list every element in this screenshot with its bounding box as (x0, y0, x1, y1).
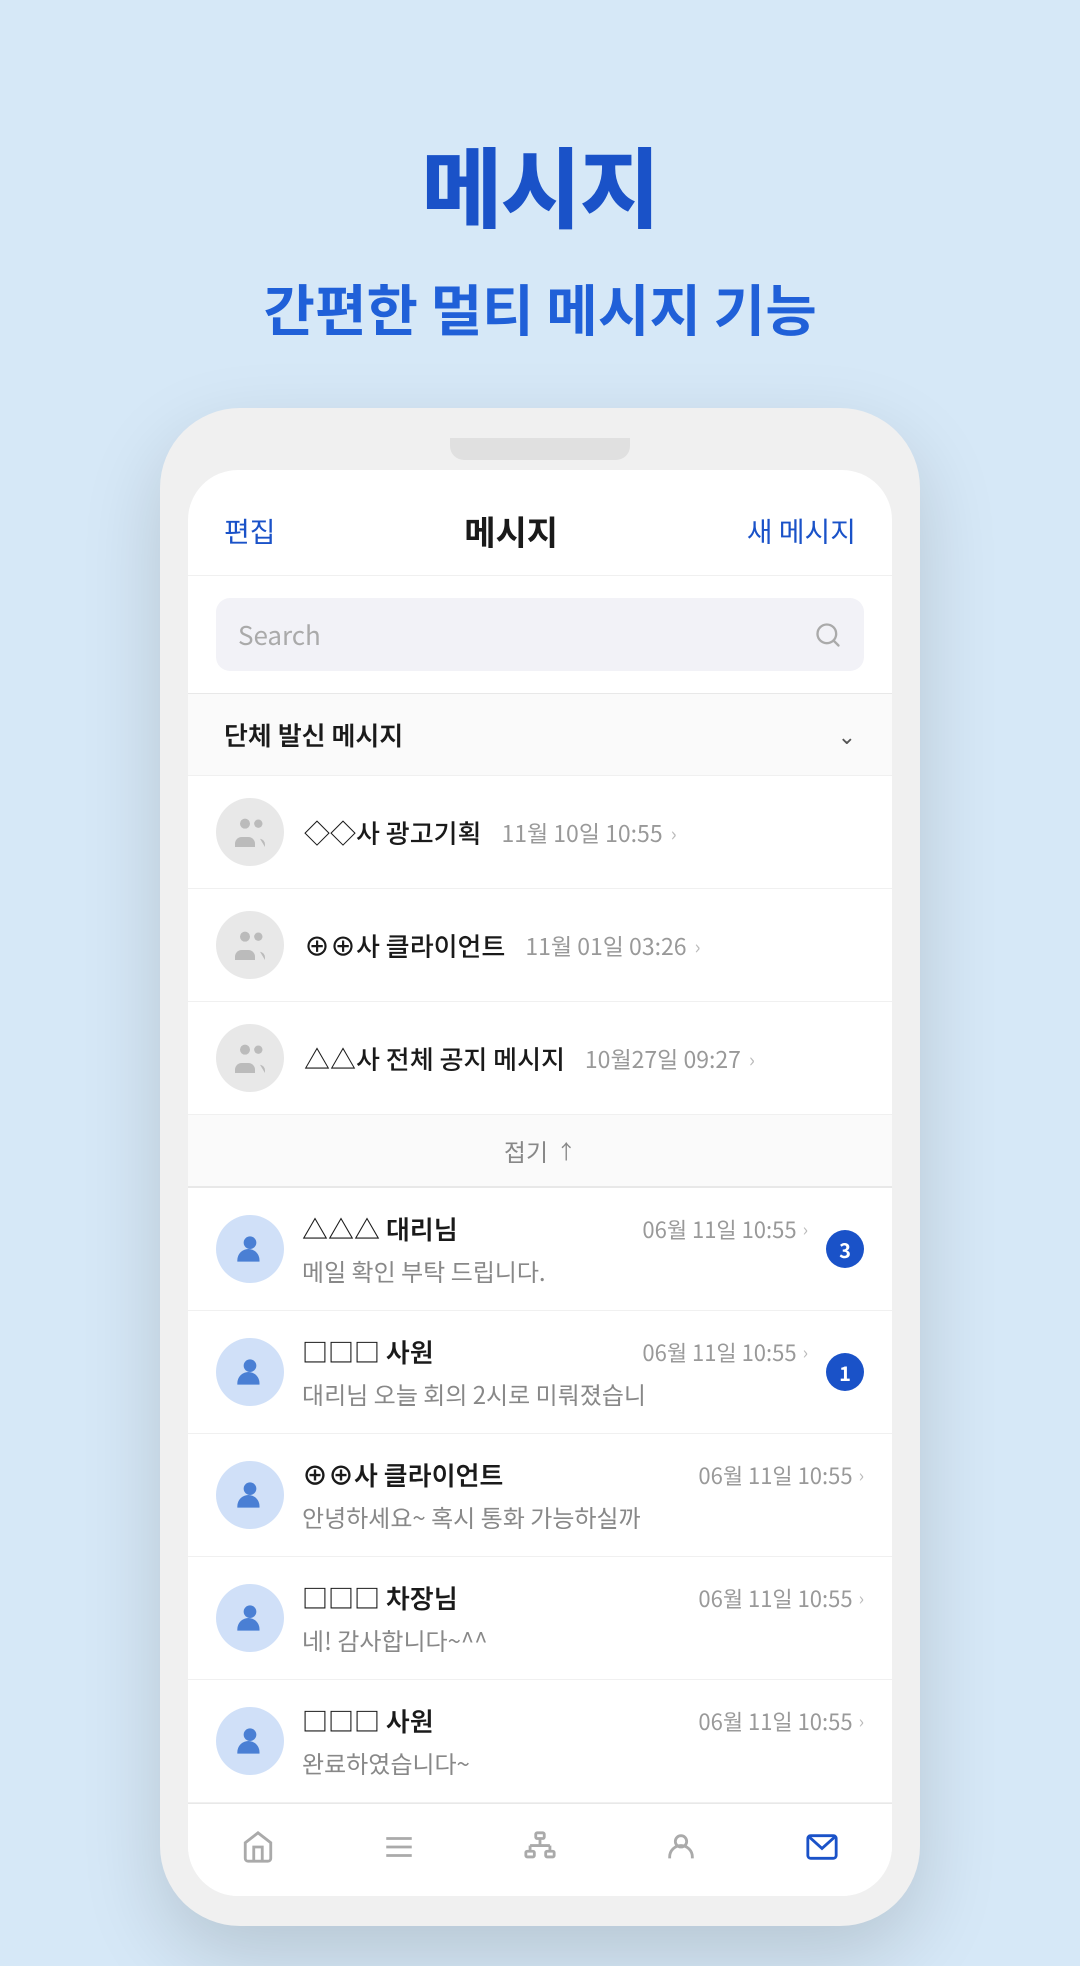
message-time: 06월 11일 10:55 (698, 1582, 852, 1614)
chevron-right-icon: › (671, 818, 677, 847)
message-sender: □□□ 사원 (302, 1333, 434, 1370)
message-time-row: 06월 11일 10:55 › (698, 1582, 864, 1614)
list-item[interactable]: ⊕⊕사 클라이언트 06월 11일 10:55 › 안녕하세요~ 혹시 통화 가… (188, 1434, 892, 1557)
group-item-time: 10월27일 09:27 › (585, 1041, 755, 1075)
group-item-time: 11월 01일 03:26 › (525, 928, 700, 962)
message-top-row: △△△ 대리님 06월 11일 10:55 › (302, 1210, 808, 1247)
message-time-row: 06월 11일 10:55 › (642, 1336, 808, 1368)
menu-icon (382, 1830, 416, 1864)
list-item[interactable]: △△사 전체 공지 메시지 10월27일 09:27 › (188, 1001, 892, 1114)
avatar (216, 1461, 284, 1529)
chevron-right-icon: › (859, 1462, 864, 1488)
message-content: □□□ 사원 06월 11일 10:55 › 완료하였습니다~ (302, 1702, 864, 1780)
list-item[interactable]: □□□ 사원 06월 11일 10:55 › 완료하였습니다~ (188, 1680, 892, 1803)
message-sender: □□□ 차장님 (302, 1579, 458, 1616)
chevron-right-icon: › (803, 1216, 808, 1242)
phone-screen: 편집 메시지 새 메시지 Search 단체 발신 메시지 ⌄ (188, 470, 892, 1896)
search-input[interactable]: Search (238, 616, 802, 653)
group-item-name: △△사 전체 공지 메시지 (304, 1040, 565, 1077)
mail-icon (805, 1830, 839, 1864)
message-preview: 메일 확인 부탁 드립니다. (302, 1253, 808, 1288)
phone-notch (450, 438, 630, 460)
message-top-row: ⊕⊕사 클라이언트 06월 11일 10:55 › (302, 1456, 864, 1493)
group-header-label: 단체 발신 메시지 (224, 716, 403, 753)
chevron-right-icon: › (859, 1585, 864, 1611)
message-content: △△△ 대리님 06월 11일 10:55 › 메일 확인 부탁 드립니다. (302, 1210, 808, 1288)
collapse-label: 접기 (504, 1133, 548, 1168)
message-time-row: 06월 11일 10:55 › (642, 1213, 808, 1245)
list-item[interactable]: □□□ 차장님 06월 11일 10:55 › 네! 감사합니다~^^ (188, 1557, 892, 1680)
page-sub-title: 간편한 멀티 메시지 기능 (263, 267, 816, 348)
bottom-nav (188, 1803, 892, 1896)
edit-button[interactable]: 편집 (224, 511, 276, 551)
profile-icon (664, 1830, 698, 1864)
message-sender: □□□ 사원 (302, 1702, 434, 1739)
message-preview: 네! 감사합니다~^^ (302, 1622, 864, 1657)
avatar (216, 798, 284, 866)
chevron-right-icon: › (859, 1708, 864, 1734)
group-item-name: ⊕⊕사 클라이언트 (304, 927, 505, 964)
new-message-button[interactable]: 새 메시지 (747, 511, 856, 551)
page-main-title: 메시지 (422, 120, 659, 247)
message-top-row: □□□ 사원 06월 11일 10:55 › (302, 1333, 808, 1370)
search-bar[interactable]: Search (216, 598, 864, 671)
message-time: 06월 11일 10:55 (698, 1459, 852, 1491)
chevron-down-icon: ⌄ (838, 719, 856, 751)
avatar (216, 1338, 284, 1406)
message-preview: 안녕하세요~ 혹시 통화 가능하실까 (302, 1499, 864, 1534)
unread-badge: 1 (826, 1353, 864, 1391)
avatar (216, 1024, 284, 1092)
search-icon (814, 621, 842, 649)
list-item[interactable]: ⊕⊕사 클라이언트 11월 01일 03:26 › (188, 888, 892, 1001)
message-sender: ⊕⊕사 클라이언트 (302, 1456, 503, 1493)
app-header: 편집 메시지 새 메시지 (188, 470, 892, 576)
avatar (216, 911, 284, 979)
message-content: ⊕⊕사 클라이언트 06월 11일 10:55 › 안녕하세요~ 혹시 통화 가… (302, 1456, 864, 1534)
list-item[interactable]: □□□ 사원 06월 11일 10:55 › 대리님 오늘 회의 2시로 미뤄졌… (188, 1311, 892, 1434)
collapse-icon: ↑ (556, 1136, 576, 1165)
message-content: □□□ 차장님 06월 11일 10:55 › 네! 감사합니다~^^ (302, 1579, 864, 1657)
phone-mockup: 편집 메시지 새 메시지 Search 단체 발신 메시지 ⌄ (160, 408, 920, 1926)
chevron-right-icon: › (803, 1339, 808, 1365)
group-item-name: ◇◇사 광고기획 (304, 814, 481, 851)
group-item-time: 11월 10일 10:55 › (501, 815, 676, 849)
message-list: △△△ 대리님 06월 11일 10:55 › 메일 확인 부탁 드립니다. 3 (188, 1187, 892, 1803)
message-preview: 대리님 오늘 회의 2시로 미뤄졌습니 (302, 1376, 808, 1411)
chevron-right-icon: › (749, 1044, 755, 1073)
unread-badge: 3 (826, 1230, 864, 1268)
nav-profile[interactable] (610, 1822, 751, 1872)
avatar (216, 1215, 284, 1283)
message-time: 06월 11일 10:55 (642, 1336, 796, 1368)
avatar (216, 1584, 284, 1652)
nav-mail[interactable] (751, 1822, 892, 1872)
message-content: □□□ 사원 06월 11일 10:55 › 대리님 오늘 회의 2시로 미뤄졌… (302, 1333, 808, 1411)
chevron-right-icon: › (695, 931, 701, 960)
list-item[interactable]: ◇◇사 광고기획 11월 10일 10:55 › (188, 775, 892, 888)
app-title: 메시지 (464, 506, 558, 555)
avatar (216, 1707, 284, 1775)
nav-home[interactable] (188, 1822, 329, 1872)
collapse-button[interactable]: 접기 ↑ (188, 1114, 892, 1186)
org-icon (523, 1830, 557, 1864)
message-time-row: 06월 11일 10:55 › (698, 1705, 864, 1737)
list-item[interactable]: △△△ 대리님 06월 11일 10:55 › 메일 확인 부탁 드립니다. 3 (188, 1188, 892, 1311)
group-header[interactable]: 단체 발신 메시지 ⌄ (188, 694, 892, 775)
message-sender: △△△ 대리님 (302, 1210, 458, 1247)
message-preview: 완료하였습니다~ (302, 1745, 864, 1780)
message-top-row: □□□ 차장님 06월 11일 10:55 › (302, 1579, 864, 1616)
home-icon (241, 1830, 275, 1864)
group-section: 단체 발신 메시지 ⌄ ◇◇사 광고기획 11월 10일 10:55 › (188, 693, 892, 1187)
nav-org[interactable] (470, 1822, 611, 1872)
nav-menu[interactable] (329, 1822, 470, 1872)
message-time: 06월 11일 10:55 (642, 1213, 796, 1245)
message-top-row: □□□ 사원 06월 11일 10:55 › (302, 1702, 864, 1739)
message-time-row: 06월 11일 10:55 › (698, 1459, 864, 1491)
message-time: 06월 11일 10:55 (698, 1705, 852, 1737)
